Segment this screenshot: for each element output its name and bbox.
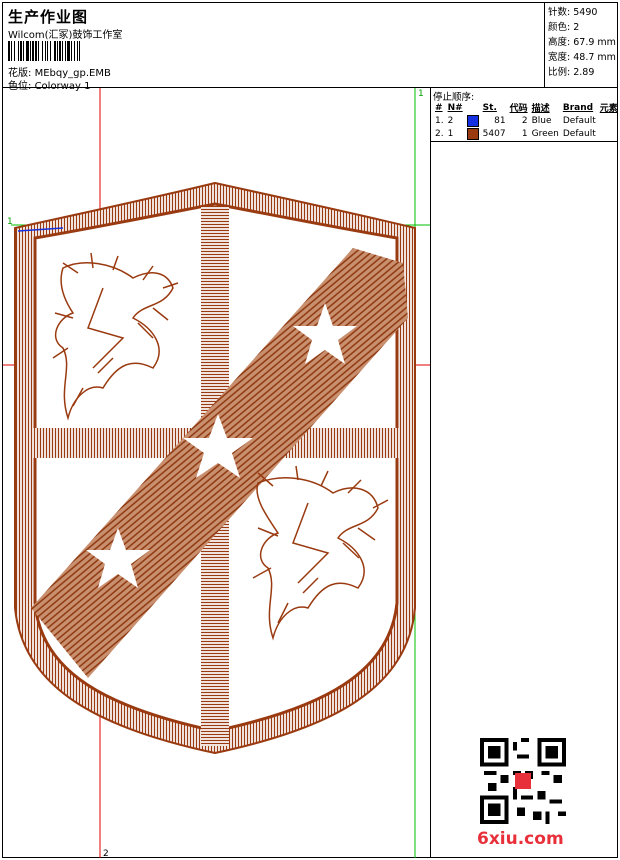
stat-stitches: 针数: 5490 [548, 5, 616, 20]
column-header [465, 101, 481, 114]
row-number: 2. [435, 128, 444, 139]
table-row[interactable]: 1. 2 81 2 Blue Default [433, 114, 620, 127]
thread-brand: Default [562, 115, 596, 126]
element-cell [598, 114, 620, 127]
stitch-count: 81 [494, 115, 506, 126]
column-header: 元素 [599, 104, 618, 114]
stat-ratio: 比例: 2.89 [548, 65, 616, 80]
thread-desc: Green [531, 128, 559, 139]
page-title: 生产作业图 [8, 8, 89, 26]
column-header: # [435, 102, 443, 113]
marker-left: 1 [7, 217, 13, 227]
table-header-row: # N# St. 代码 描述 Brand 元素 [433, 101, 620, 115]
header-info: 生产作业图 Wilcom(汇冢)鼓饰工作室 花版: MEbqy_gp.EMB 色… [3, 3, 544, 92]
stat-height: 高度: 67.9 mm [548, 35, 616, 50]
stat-width: 宽度: 48.7 mm [548, 50, 616, 65]
column-header: St. [482, 102, 497, 113]
stop-sequence-table: # N# St. 代码 描述 Brand 元素 1. 2 81 2 Blue D… [433, 101, 620, 140]
stat-label: 针数: [548, 7, 571, 18]
stitch-count: 5407 [482, 128, 506, 139]
color-swatch [466, 127, 479, 140]
column-header: 描述 [531, 104, 550, 114]
thread-code: 2 [521, 115, 528, 126]
qr-center-logo [514, 772, 532, 790]
barcode-bar [80, 41, 82, 61]
thread-brand: Default [562, 128, 596, 139]
color-swatch-cell [465, 114, 481, 127]
design-stats: 针数: 5490 颜色: 2 高度: 67.9 mm 宽度: 48.7 mm 比… [548, 5, 616, 80]
embroidery-preview: 1 1 2 [3, 88, 430, 858]
qr-code [480, 738, 566, 824]
barcode [8, 41, 156, 61]
column-header: Brand [562, 102, 594, 113]
stat-label: 比例: [548, 67, 571, 78]
stat-value: 2.89 [573, 67, 595, 78]
row-number: 1. [435, 115, 444, 126]
stat-value: 48.7 mm [573, 52, 616, 63]
marker-top: 1 [418, 89, 424, 99]
stat-value: 5490 [573, 7, 598, 18]
divider [544, 3, 545, 87]
color-swatch [466, 114, 479, 127]
color-swatch-cell [465, 127, 481, 140]
divider [430, 88, 431, 858]
marker-bottom: 2 [103, 849, 109, 858]
column-header: N# [447, 102, 463, 113]
table-row[interactable]: 2. 1 5407 1 Green Default [433, 127, 620, 140]
studio-name: Wilcom(汇冢)鼓饰工作室 [8, 30, 123, 41]
thread-code: 1 [521, 128, 528, 139]
needle-number: 1 [447, 128, 454, 139]
stat-label: 宽度: [548, 52, 571, 63]
divider [431, 141, 617, 142]
stat-value: 2 [573, 22, 580, 33]
stat-label: 高度: [548, 37, 571, 48]
stat-label: 颜色: [548, 22, 571, 33]
design-canvas[interactable]: 1 1 2 [3, 88, 430, 858]
needle-number: 2 [447, 115, 454, 126]
element-cell [598, 127, 620, 140]
thread-desc: Blue [531, 115, 552, 126]
column-header: 代码 [509, 104, 528, 114]
watermark-logo: 6xiu.com [477, 829, 564, 849]
stat-colors: 颜色: 2 [548, 20, 616, 35]
stat-value: 67.9 mm [573, 37, 616, 48]
